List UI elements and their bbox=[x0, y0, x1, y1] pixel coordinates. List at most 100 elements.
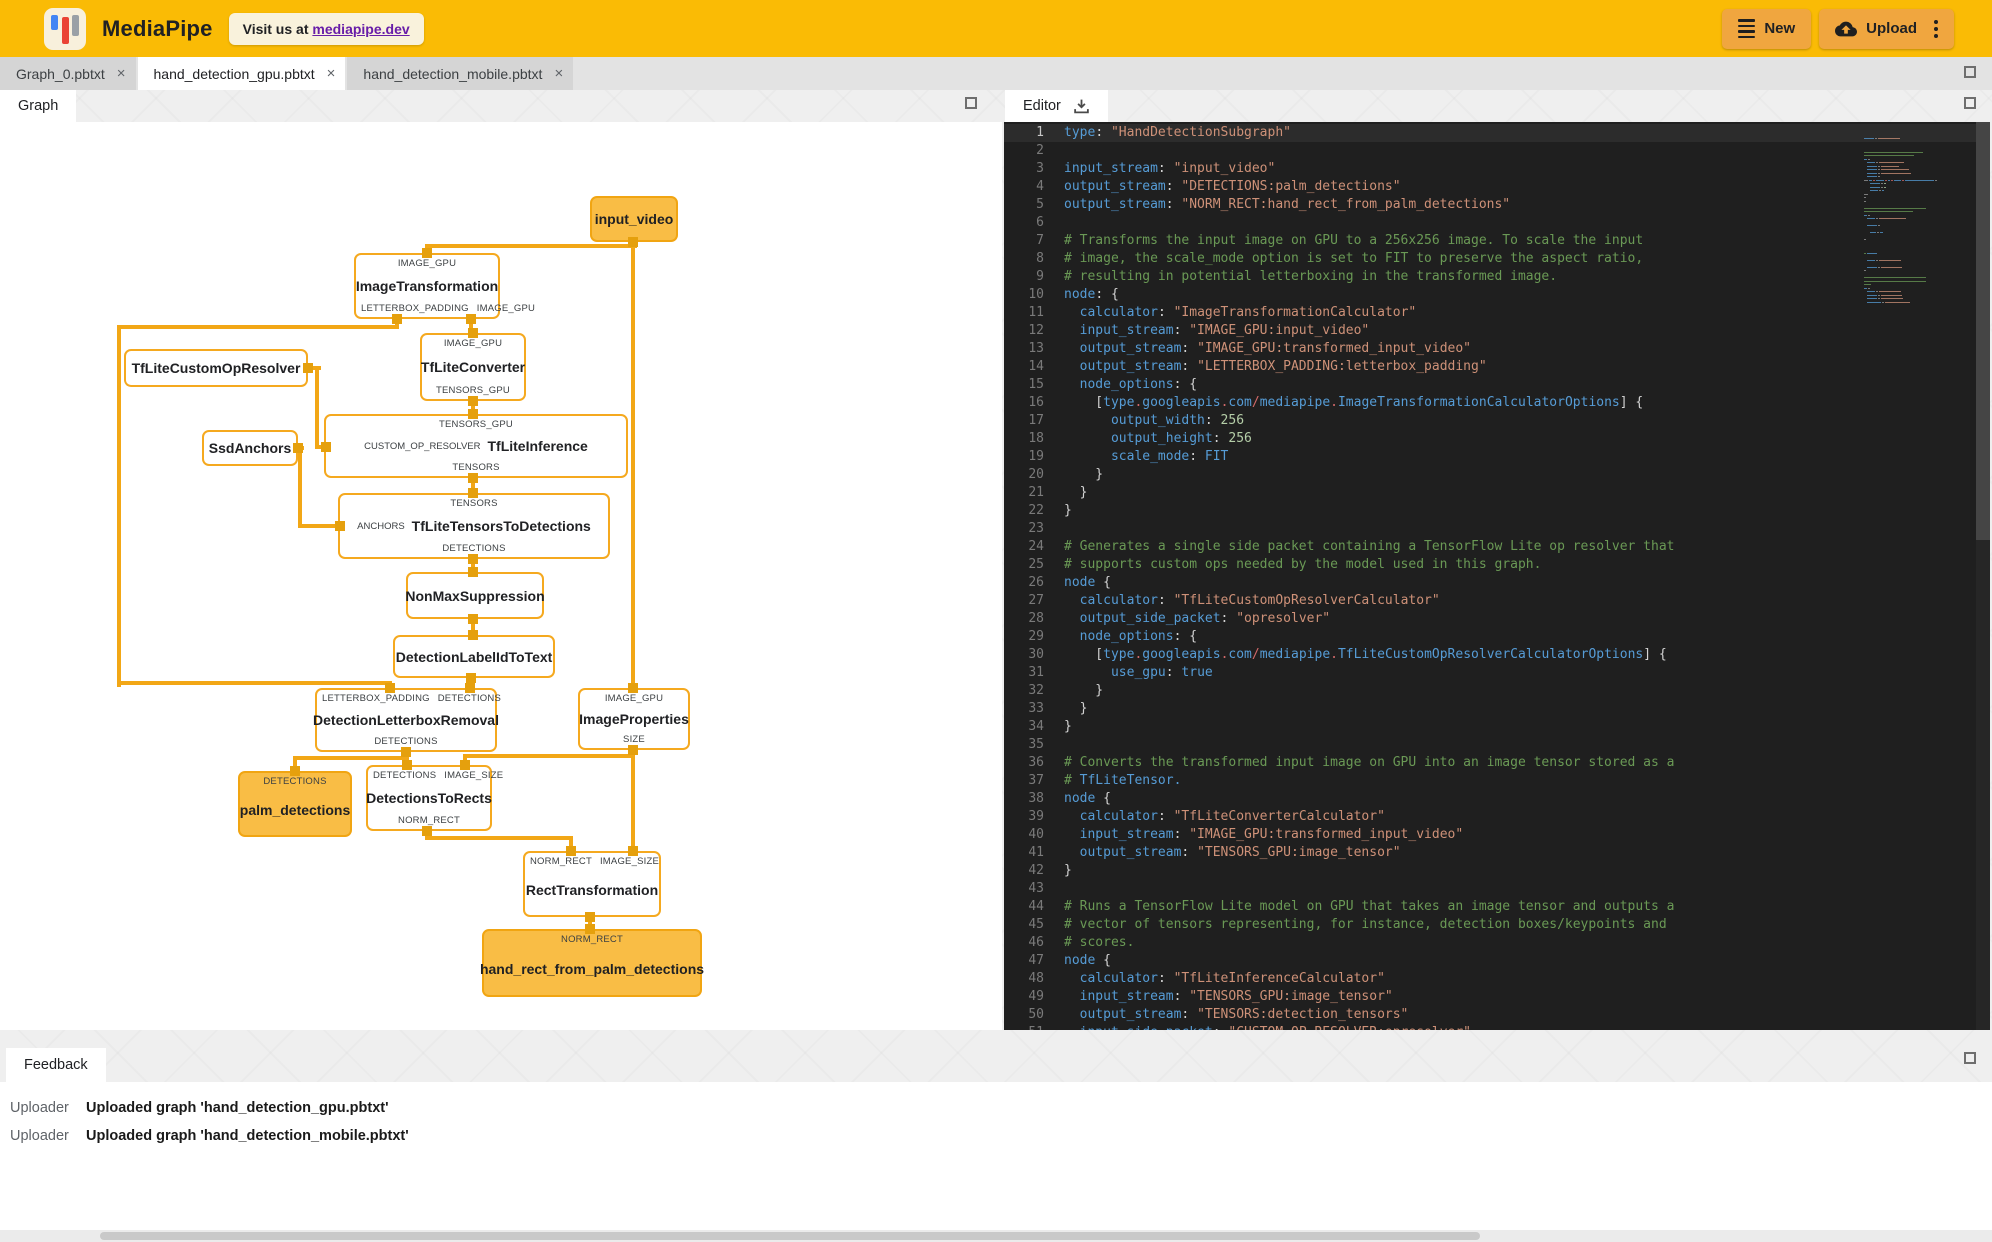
tab-feedback[interactable]: Feedback bbox=[6, 1048, 106, 1082]
feedback-row: Uploader Uploaded graph 'hand_detection_g… bbox=[0, 1094, 1992, 1122]
header-buttons: New Upload bbox=[1722, 8, 1954, 49]
line-number: 17 bbox=[1028, 413, 1044, 428]
file-tab[interactable]: hand_detection_mobile.pbtxt × bbox=[347, 57, 574, 90]
line-number: 2 bbox=[1036, 143, 1044, 158]
code-text: node { bbox=[1064, 953, 1111, 968]
scrollbar-thumb[interactable] bbox=[1976, 122, 1990, 540]
node-input-ports: DETECTIONS IMAGE_SIZE bbox=[373, 770, 503, 781]
node-name: TfLiteConverter bbox=[420, 359, 526, 375]
line-number: 19 bbox=[1028, 449, 1044, 464]
node-port bbox=[468, 409, 478, 419]
download-icon[interactable] bbox=[1073, 98, 1090, 115]
node-port bbox=[628, 745, 638, 755]
graph-node[interactable]: LETTERBOX_PADDING DETECTIONS DetectionLett… bbox=[313, 688, 501, 752]
graph-node[interactable]: NonMaxSuppression bbox=[405, 572, 545, 619]
editor-panel-maximize-icon[interactable] bbox=[1964, 97, 1976, 109]
graph-node[interactable]: DetectionLabelIdToText bbox=[393, 635, 555, 678]
node-output-ports: DETECTIONS bbox=[345, 543, 603, 554]
port-label: IMAGE_SIZE bbox=[599, 856, 659, 867]
node-input-ports: DETECTIONS bbox=[245, 776, 345, 787]
minimap[interactable] bbox=[1864, 126, 1962, 304]
file-tab[interactable]: hand_detection_gpu.pbtxt × bbox=[137, 57, 346, 90]
code-text: input_stream: "IMAGE_GPU:transformed_inp… bbox=[1079, 827, 1464, 842]
code-text: # Runs a TensorFlow Lite model on GPU th… bbox=[1064, 899, 1675, 914]
window-maximize-icon[interactable] bbox=[1964, 66, 1976, 78]
line-number: 35 bbox=[1028, 737, 1044, 752]
graph-panel-maximize-icon[interactable] bbox=[965, 97, 977, 109]
node-output-ports: DETECTIONS bbox=[322, 736, 490, 747]
graph-node[interactable]: IMAGE_GPU TfLiteConverter TENSORS_GPU bbox=[420, 333, 526, 401]
graph-node[interactable]: TENSORS_GPU CUSTOM_OP_RESOLVER TfLiteInfer… bbox=[324, 414, 628, 478]
line-number: 23 bbox=[1028, 521, 1044, 536]
line-number: 34 bbox=[1028, 719, 1044, 734]
graph-node[interactable]: TfLiteCustomOpResolver bbox=[124, 349, 308, 387]
feedback-message: Uploaded graph 'hand_detection_gpu.pbtxt… bbox=[86, 1100, 389, 1116]
node-port bbox=[392, 314, 402, 324]
line-number: 22 bbox=[1028, 503, 1044, 518]
visit-pill: Visit us at mediapipe.dev bbox=[228, 12, 424, 45]
code-line: 30 [type.googleapis.com/mediapipe.TfLite… bbox=[1004, 646, 1990, 664]
graph-node[interactable]: SsdAnchors bbox=[202, 430, 298, 466]
tab-graph[interactable]: Graph bbox=[0, 90, 77, 122]
tab-close-icon[interactable]: × bbox=[554, 66, 563, 81]
code-text: output_stream: "NORM_RECT:hand_rect_from… bbox=[1064, 197, 1511, 212]
code-line: 12 input_stream: "IMAGE_GPU:input_video" bbox=[1004, 322, 1990, 340]
tab-close-icon[interactable]: × bbox=[117, 66, 126, 81]
graph-node[interactable]: DETECTIONS palm_detections bbox=[238, 771, 352, 837]
graph-node[interactable]: DETECTIONS IMAGE_SIZE DetectionsToRects NOR… bbox=[366, 765, 503, 831]
file-tab-label: hand_detection_mobile.pbtxt bbox=[363, 65, 543, 82]
port-label: IMAGE_GPU bbox=[443, 338, 503, 349]
node-input-ports: NORM_RECT bbox=[489, 934, 695, 945]
upload-button-label: Upload bbox=[1866, 20, 1917, 37]
graph-canvas[interactable]: input_video IMAGE_GPU ImageTransformation L… bbox=[0, 122, 1002, 1030]
header: MediaPipe Visit us at mediapipe.dev New … bbox=[0, 0, 1992, 57]
graph-tab-label: Graph bbox=[18, 98, 59, 114]
graph-node[interactable]: NORM_RECT hand_rect_from_palm_detections bbox=[479, 929, 705, 997]
graph-node[interactable]: IMAGE_GPU ImageProperties SIZE bbox=[578, 688, 690, 750]
code-text: } bbox=[1064, 863, 1072, 878]
code-text: calculator: "TfLiteInferenceCalculator" bbox=[1079, 971, 1385, 986]
node-port bbox=[422, 826, 432, 836]
code-line: 47 node { bbox=[1004, 952, 1990, 970]
tab-close-icon[interactable]: × bbox=[327, 66, 336, 81]
feedback-message: Uploaded graph 'hand_detection_mobile.pb… bbox=[86, 1128, 409, 1144]
kebab-menu-icon[interactable] bbox=[1934, 19, 1938, 38]
node-port bbox=[628, 237, 638, 247]
new-button[interactable]: New bbox=[1722, 8, 1812, 49]
code-text: # vector of tensors representing, for in… bbox=[1064, 917, 1667, 932]
graph-node[interactable]: input_video bbox=[590, 196, 678, 242]
code-text: output_stream: "TENSORS_GPU:image_tensor… bbox=[1079, 845, 1401, 860]
code-line: 29 node_options: { bbox=[1004, 628, 1990, 646]
line-number: 48 bbox=[1028, 971, 1044, 986]
line-number: 14 bbox=[1028, 359, 1044, 374]
code-text: node: { bbox=[1064, 287, 1119, 302]
feedback-panel-maximize-icon[interactable] bbox=[1964, 1052, 1976, 1064]
node-name-row: DetectionLabelIdToText bbox=[396, 640, 553, 673]
bottom-scrollbar-thumb[interactable] bbox=[100, 1232, 1480, 1240]
code-text: calculator: "ImageTransformationCalculat… bbox=[1079, 305, 1417, 320]
graph-node[interactable]: TENSORS ANCHORS TfLiteTensorsToDetections D… bbox=[338, 493, 610, 559]
graph-node[interactable]: IMAGE_GPU ImageTransformation LETTERBOX_PA… bbox=[354, 253, 535, 319]
node-port bbox=[585, 924, 595, 934]
code-text: calculator: "TfLiteConverterCalculator" bbox=[1079, 809, 1385, 824]
workspace: Graph input_video IMAGE_GPU ImageTransform… bbox=[0, 90, 1992, 1242]
code-editor[interactable]: 1 type: "HandDetectionSubgraph" 2 3 input_st… bbox=[1004, 122, 1990, 1030]
file-tab[interactable]: Graph_0.pbtxt × bbox=[0, 57, 136, 90]
code-text: node_options: { bbox=[1079, 629, 1198, 644]
code-line: 37 # TfLiteTensor. bbox=[1004, 772, 1990, 790]
upload-button[interactable]: Upload bbox=[1819, 8, 1954, 49]
bottom-scrollbar[interactable] bbox=[0, 1230, 1992, 1242]
code-line: 33 } bbox=[1004, 700, 1990, 718]
code-text: input_stream: "IMAGE_GPU:input_video" bbox=[1079, 323, 1370, 338]
code-text: } bbox=[1064, 467, 1104, 482]
node-name: hand_rect_from_palm_detections bbox=[479, 960, 705, 977]
graph-node[interactable]: NORM_RECT IMAGE_SIZE RectTransformation bbox=[523, 851, 661, 917]
node-name: DetectionLetterboxRemoval bbox=[313, 712, 499, 728]
code-text: node_options: { bbox=[1079, 377, 1198, 392]
mediapipe-dev-link[interactable]: mediapipe.dev bbox=[312, 21, 409, 37]
editor-vertical-scrollbar[interactable] bbox=[1976, 122, 1990, 1030]
line-number: 3 bbox=[1036, 161, 1044, 176]
node-name: palm_detections bbox=[239, 801, 351, 818]
tab-editor[interactable]: Editor bbox=[1005, 90, 1108, 122]
feedback-log: Uploader Uploaded graph 'hand_detection_g… bbox=[0, 1082, 1992, 1230]
